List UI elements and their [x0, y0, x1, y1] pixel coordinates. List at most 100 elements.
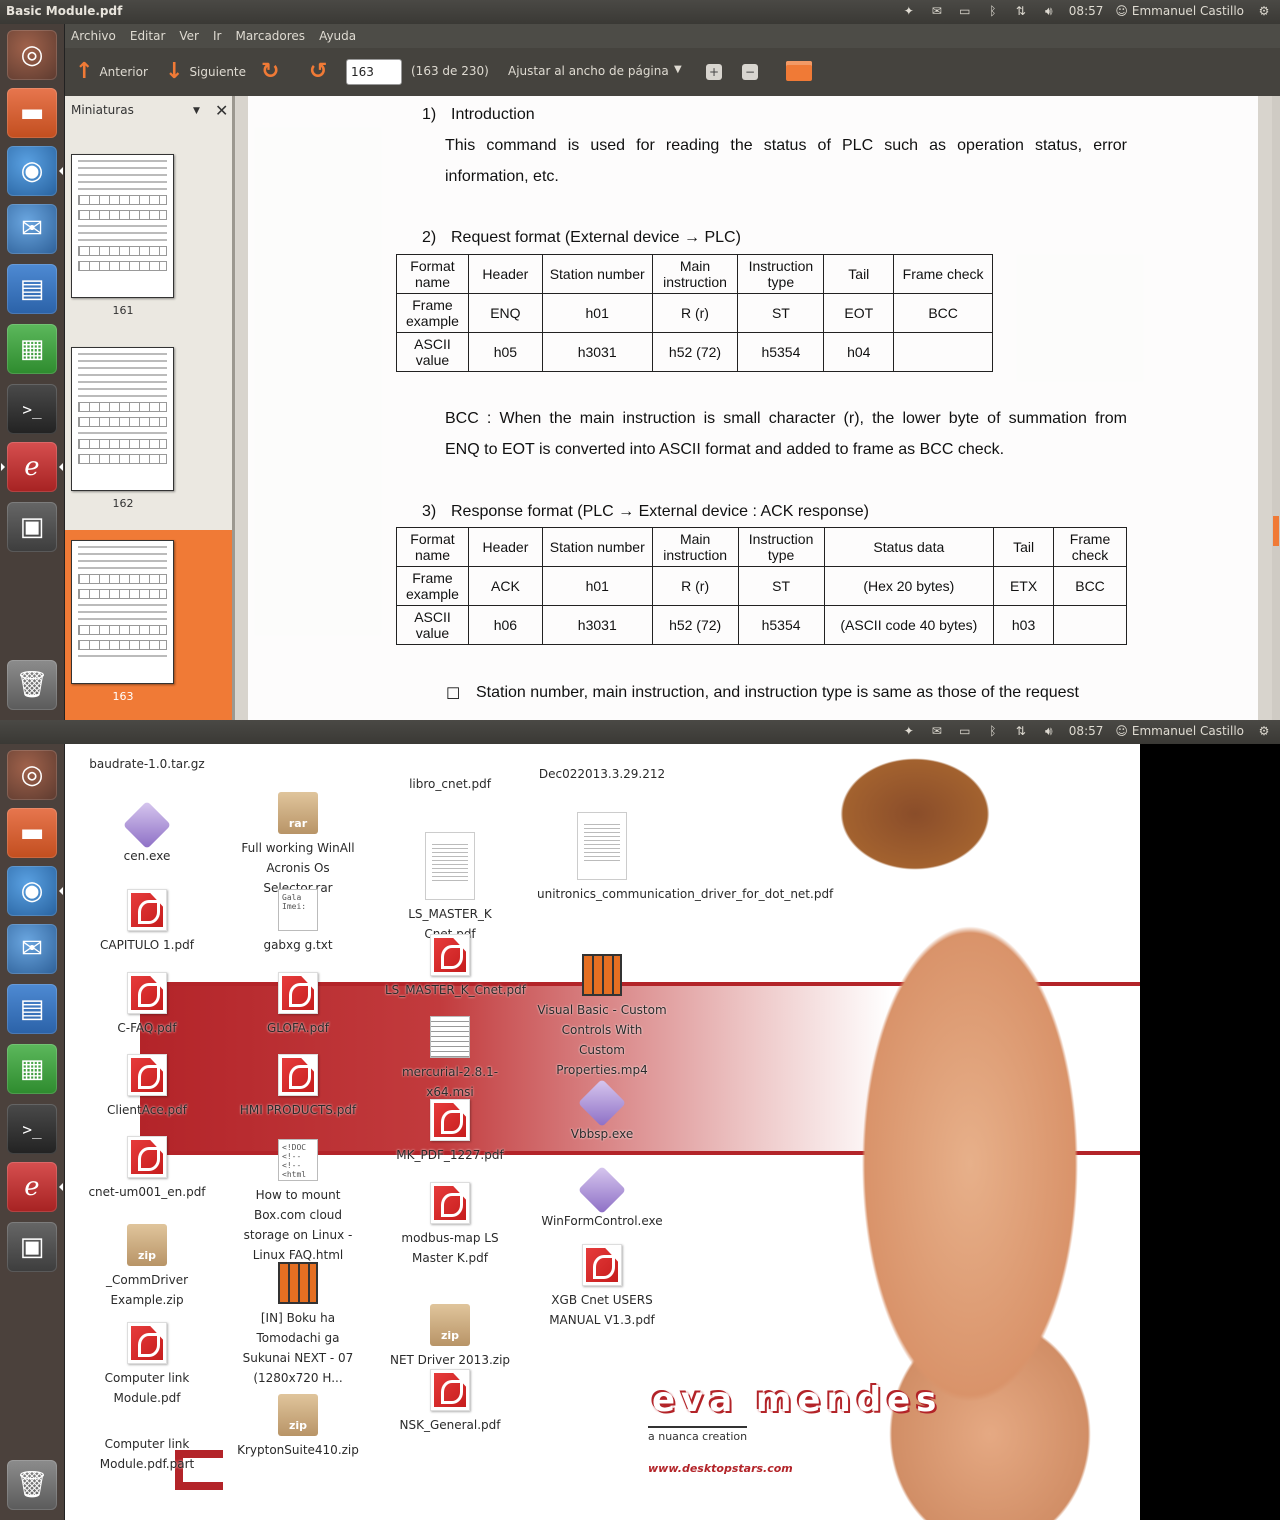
- close-icon[interactable]: ✕: [215, 101, 228, 120]
- desktop-icon[interactable]: libro_cnet.pdf: [385, 774, 515, 794]
- document-view[interactable]: 1) Introduction This command is used for…: [236, 96, 1272, 720]
- page-number-input[interactable]: 163: [346, 59, 402, 85]
- zoom-in-icon[interactable]: +: [706, 64, 722, 80]
- bluetooth-icon[interactable]: ᛒ: [985, 3, 1001, 19]
- folder-icon[interactable]: ▬: [7, 88, 57, 138]
- folder-icon[interactable]: ▬: [7, 808, 57, 858]
- workspace-switcher-icon[interactable]: ▣: [7, 502, 57, 552]
- thumbnail-161[interactable]: 161: [65, 144, 233, 334]
- thunderbird-icon[interactable]: ✉: [7, 924, 57, 974]
- clock[interactable]: 08:57: [1069, 4, 1104, 18]
- scrollbar-thumb[interactable]: [1273, 516, 1279, 546]
- rotate-left-button[interactable]: ↺: [309, 61, 327, 83]
- desktop-icon[interactable]: Gala Imei: gabxg g.txt: [233, 889, 363, 955]
- desktop-icon[interactable]: baudrate-1.0.tar.gz: [82, 754, 212, 774]
- dropbox-icon[interactable]: ✦: [901, 3, 917, 19]
- trash-icon[interactable]: 🗑︎: [7, 1460, 57, 1510]
- desktop-icon[interactable]: Vbbsp.exe: [537, 1078, 667, 1144]
- desktop-icon[interactable]: <!DOC <!-- <!-- <html How to mount Box.co…: [233, 1139, 363, 1265]
- network-icon[interactable]: ⇅: [1013, 3, 1029, 19]
- desktop-icon[interactable]: WinFormControl.exe: [537, 1165, 667, 1231]
- dropbox-icon[interactable]: ✦: [901, 723, 917, 739]
- chevron-down-icon[interactable]: ▼: [193, 106, 200, 116]
- desktop-icon[interactable]: mercurial-2.8.1-x64.msi: [385, 1016, 515, 1102]
- desktop-icon[interactable]: C-FAQ.pdf: [82, 972, 212, 1038]
- terminal-icon[interactable]: >_: [7, 1104, 57, 1154]
- calc-icon[interactable]: ▦: [7, 1044, 57, 1094]
- menu-ver[interactable]: Ver: [179, 29, 199, 48]
- sidebar-title[interactable]: Miniaturas: [71, 103, 134, 117]
- user-menu[interactable]: Emmanuel Castillo: [1115, 4, 1244, 18]
- desktop-icon[interactable]: CAPITULO 1.pdf: [82, 889, 212, 955]
- sidebar-scrollbar[interactable]: [232, 96, 235, 720]
- ubuntu-logo-icon[interactable]: ◎: [7, 30, 57, 80]
- open-folder-icon[interactable]: [786, 61, 812, 81]
- next-page-button[interactable]: ↓ Siguiente: [165, 61, 246, 83]
- desktop-icon[interactable]: Dec022013.3.29.212: [537, 764, 667, 784]
- table-cell: Instruction type: [737, 527, 825, 567]
- desktop-icon[interactable]: MK_PDF_1227.pdf: [385, 1099, 515, 1165]
- document-scrollbar[interactable]: [1272, 96, 1280, 720]
- thumbnail-163[interactable]: 163: [65, 530, 233, 720]
- firefox-icon[interactable]: ◉: [7, 866, 63, 916]
- desktop-icon[interactable]: ClientAce.pdf: [82, 1054, 212, 1120]
- terminal-icon[interactable]: >_: [7, 384, 57, 434]
- desktop-icon[interactable]: GLOFA.pdf: [233, 972, 363, 1038]
- volume-icon[interactable]: 🔊︎: [1041, 723, 1057, 739]
- user-menu[interactable]: Emmanuel Castillo: [1115, 724, 1244, 738]
- battery-icon[interactable]: ▭: [957, 3, 973, 19]
- thumbnail-162[interactable]: 162: [65, 337, 233, 527]
- desktop-icon[interactable]: HMI PRODUCTS.pdf: [233, 1054, 363, 1120]
- document-viewer-icon[interactable]: ℯ: [1, 442, 63, 492]
- desktop-icon[interactable]: unitronics_communication_driver_for_dot_…: [537, 812, 833, 904]
- calc-icon[interactable]: ▦: [7, 324, 57, 374]
- menu-marcadores[interactable]: Marcadores: [235, 29, 305, 48]
- workspace-switcher-icon[interactable]: ▣: [7, 1222, 57, 1272]
- gear-icon[interactable]: ⚙: [1256, 3, 1272, 19]
- desktop-icon-label: Dec022013.3.29.212: [538, 767, 666, 781]
- thunderbird-icon[interactable]: ✉: [7, 204, 57, 254]
- desktop-icon[interactable]: cen.exe: [82, 800, 212, 866]
- writer-icon[interactable]: ▤: [7, 984, 57, 1034]
- previous-label: Anterior: [99, 65, 148, 79]
- zoom-select[interactable]: Ajustar al ancho de página: [508, 64, 669, 78]
- rotate-right-button[interactable]: ↻: [261, 61, 279, 83]
- txt-file-icon: Gala Imei:: [278, 889, 318, 931]
- desktop-icon[interactable]: cnet-um001_en.pdf: [82, 1136, 212, 1202]
- battery-icon[interactable]: ▭: [957, 723, 973, 739]
- desktop-icon[interactable]: modbus-map LS Master K.pdf: [385, 1182, 515, 1268]
- chevron-down-icon[interactable]: ▼: [674, 64, 682, 75]
- note-text: Station number, main instruction, and in…: [476, 684, 1079, 701]
- desktop-icon[interactable]: zip KryptonSuite410.zip: [233, 1394, 363, 1460]
- desktop-icon[interactable]: Computer link Module.pdf.part: [82, 1434, 212, 1474]
- previous-page-button[interactable]: ↑ Anterior: [75, 61, 148, 83]
- volume-icon[interactable]: 🔊︎: [1041, 3, 1057, 19]
- zoom-out-icon[interactable]: −: [742, 64, 758, 80]
- mail-icon[interactable]: ✉: [929, 723, 945, 739]
- trash-icon[interactable]: 🗑︎: [7, 660, 57, 710]
- mail-icon[interactable]: ✉: [929, 3, 945, 19]
- desktop-icon[interactable]: LS_MASTER_K Cnet.pdf: [385, 832, 515, 944]
- firefox-icon[interactable]: ◉: [7, 146, 63, 196]
- menu-ayuda[interactable]: Ayuda: [319, 29, 356, 48]
- writer-icon[interactable]: ▤: [7, 264, 57, 314]
- desktop-icon[interactable]: zip NET Driver 2013.zip: [385, 1304, 515, 1370]
- desktop-icon[interactable]: rar Full working WinAll Acronis Os Select…: [233, 792, 363, 898]
- desktop-icon[interactable]: NSK_General.pdf: [385, 1369, 515, 1435]
- gear-icon[interactable]: ⚙: [1256, 723, 1272, 739]
- menu-editar[interactable]: Editar: [130, 29, 166, 48]
- menu-ir[interactable]: Ir: [213, 29, 221, 48]
- clock[interactable]: 08:57: [1069, 724, 1104, 738]
- desktop-icon[interactable]: LS_MASTER_K_Cnet.pdf: [385, 934, 526, 1000]
- document-viewer-icon[interactable]: ℯ: [7, 1162, 63, 1212]
- desktop-icon[interactable]: [IN] Boku ha Tomodachi ga Sukunai NEXT -…: [233, 1262, 363, 1388]
- network-icon[interactable]: ⇅: [1013, 723, 1029, 739]
- desktop-icon[interactable]: Visual Basic - Custom Controls With Cust…: [537, 954, 667, 1080]
- bluetooth-icon[interactable]: ᛒ: [985, 723, 1001, 739]
- video-file-icon: [278, 1262, 318, 1304]
- desktop-icon[interactable]: zip _CommDriver Example.zip: [82, 1224, 212, 1310]
- menu-archivo[interactable]: Archivo: [71, 29, 116, 48]
- desktop-icon[interactable]: Computer link Module.pdf: [82, 1322, 212, 1408]
- desktop-icon[interactable]: XGB Cnet USERS MANUAL V1.3.pdf: [537, 1244, 667, 1330]
- ubuntu-logo-icon[interactable]: ◎: [7, 750, 57, 800]
